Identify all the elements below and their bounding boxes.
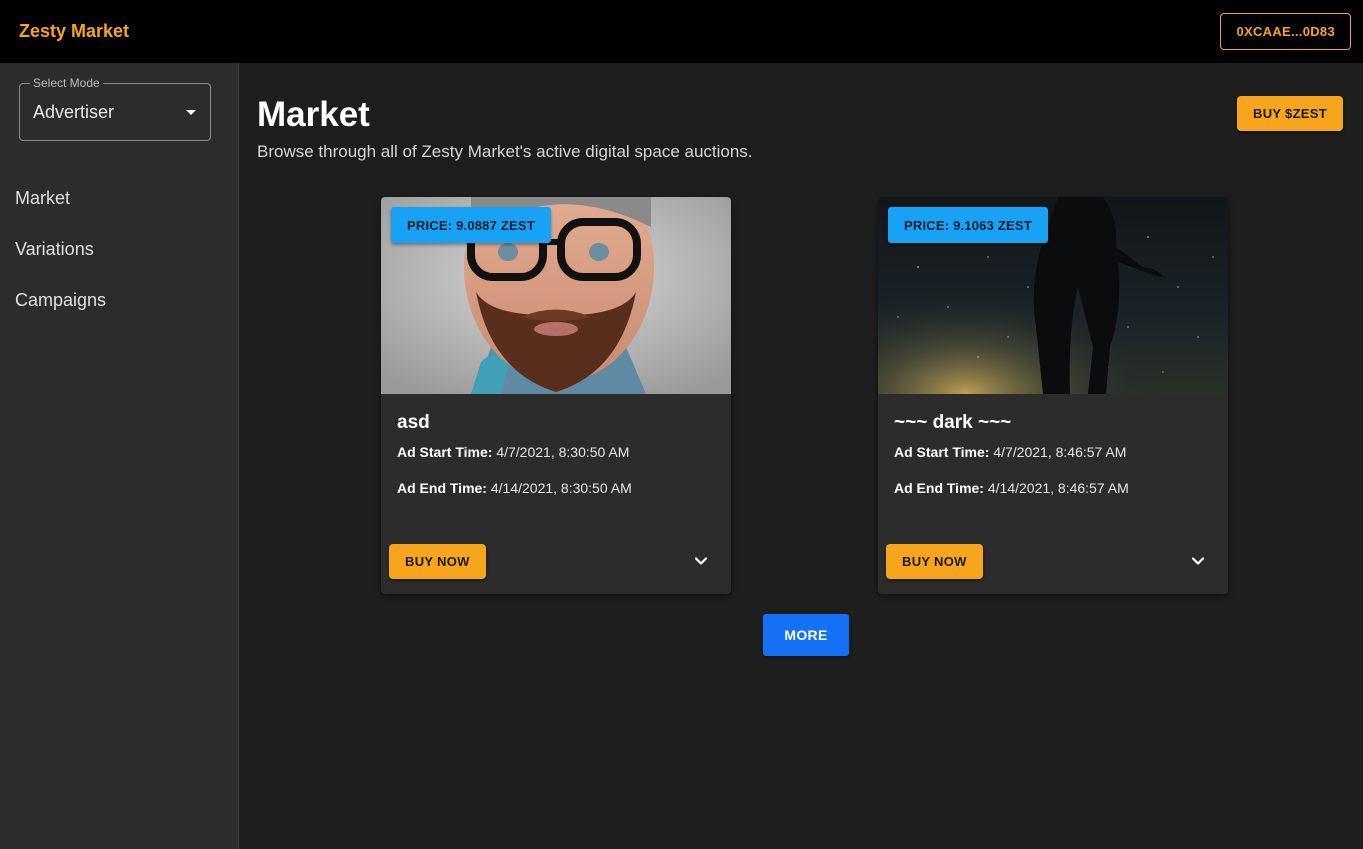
ad-start-value: 4/7/2021, 8:46:57 AM	[993, 444, 1127, 460]
ad-end-time: Ad End Time: 4/14/2021, 8:46:57 AM	[894, 480, 1129, 496]
ad-start-label: Ad Start Time:	[894, 444, 990, 460]
caret-down-icon	[186, 110, 196, 115]
brand-logo[interactable]: Zesty Market	[19, 21, 129, 42]
price-badge: PRICE: 9.1063 ZEST	[888, 207, 1048, 243]
mode-select-label: Select Mode	[30, 76, 103, 90]
ad-start-value: 4/7/2021, 8:30:50 AM	[496, 444, 630, 460]
ad-image-avatar[interactable]: PRICE: 9.0887 ZEST	[381, 197, 731, 394]
buy-zest-button[interactable]: BUY $ZEST	[1237, 96, 1343, 131]
mode-select-value: Advertiser	[33, 102, 115, 122]
ad-start-time: Ad Start Time: 4/7/2021, 8:46:57 AM	[894, 444, 1126, 460]
page-title: Market	[257, 95, 370, 134]
ad-start-time: Ad Start Time: 4/7/2021, 8:30:50 AM	[397, 444, 629, 460]
card-title: ~~~ dark ~~~	[894, 412, 1012, 433]
ad-image-night-sky[interactable]: PRICE: 9.1063 ZEST	[878, 197, 1228, 394]
ad-end-value: 4/14/2021, 8:30:50 AM	[490, 480, 632, 496]
sidebar: Select Mode Advertiser Market Variations…	[0, 63, 239, 849]
top-app-bar: Zesty Market 0XCAAE...0D83	[0, 0, 1363, 63]
more-button[interactable]: MORE	[763, 614, 849, 656]
mode-select[interactable]: Select Mode Advertiser	[19, 76, 211, 141]
card-title: asd	[397, 412, 430, 433]
buy-now-button[interactable]: BUY NOW	[886, 544, 983, 579]
auction-card: PRICE: 9.0887 ZEST asd Ad Start Time: 4/…	[381, 197, 731, 594]
sidebar-item-variations[interactable]: Variations	[0, 224, 239, 275]
ad-start-label: Ad Start Time:	[397, 444, 493, 460]
buy-now-button[interactable]: BUY NOW	[389, 544, 486, 579]
ad-end-time: Ad End Time: 4/14/2021, 8:30:50 AM	[397, 480, 632, 496]
wallet-address-button[interactable]: 0XCAAE...0D83	[1220, 13, 1351, 50]
sidebar-nav: Market Variations Campaigns	[0, 173, 239, 326]
chevron-down-icon[interactable]	[1190, 553, 1206, 569]
ad-end-label: Ad End Time:	[397, 480, 487, 496]
ad-end-value: 4/14/2021, 8:46:57 AM	[987, 480, 1129, 496]
auction-card: PRICE: 9.1063 ZEST ~~~ dark ~~~ Ad Start…	[878, 197, 1228, 594]
main-content: Market Browse through all of Zesty Marke…	[239, 63, 1363, 849]
price-badge: PRICE: 9.0887 ZEST	[391, 207, 551, 243]
ad-end-label: Ad End Time:	[894, 480, 984, 496]
sidebar-item-market[interactable]: Market	[0, 173, 239, 224]
page-subtitle: Browse through all of Zesty Market's act…	[257, 142, 753, 161]
sidebar-item-campaigns[interactable]: Campaigns	[0, 275, 239, 326]
chevron-down-icon[interactable]	[693, 553, 709, 569]
